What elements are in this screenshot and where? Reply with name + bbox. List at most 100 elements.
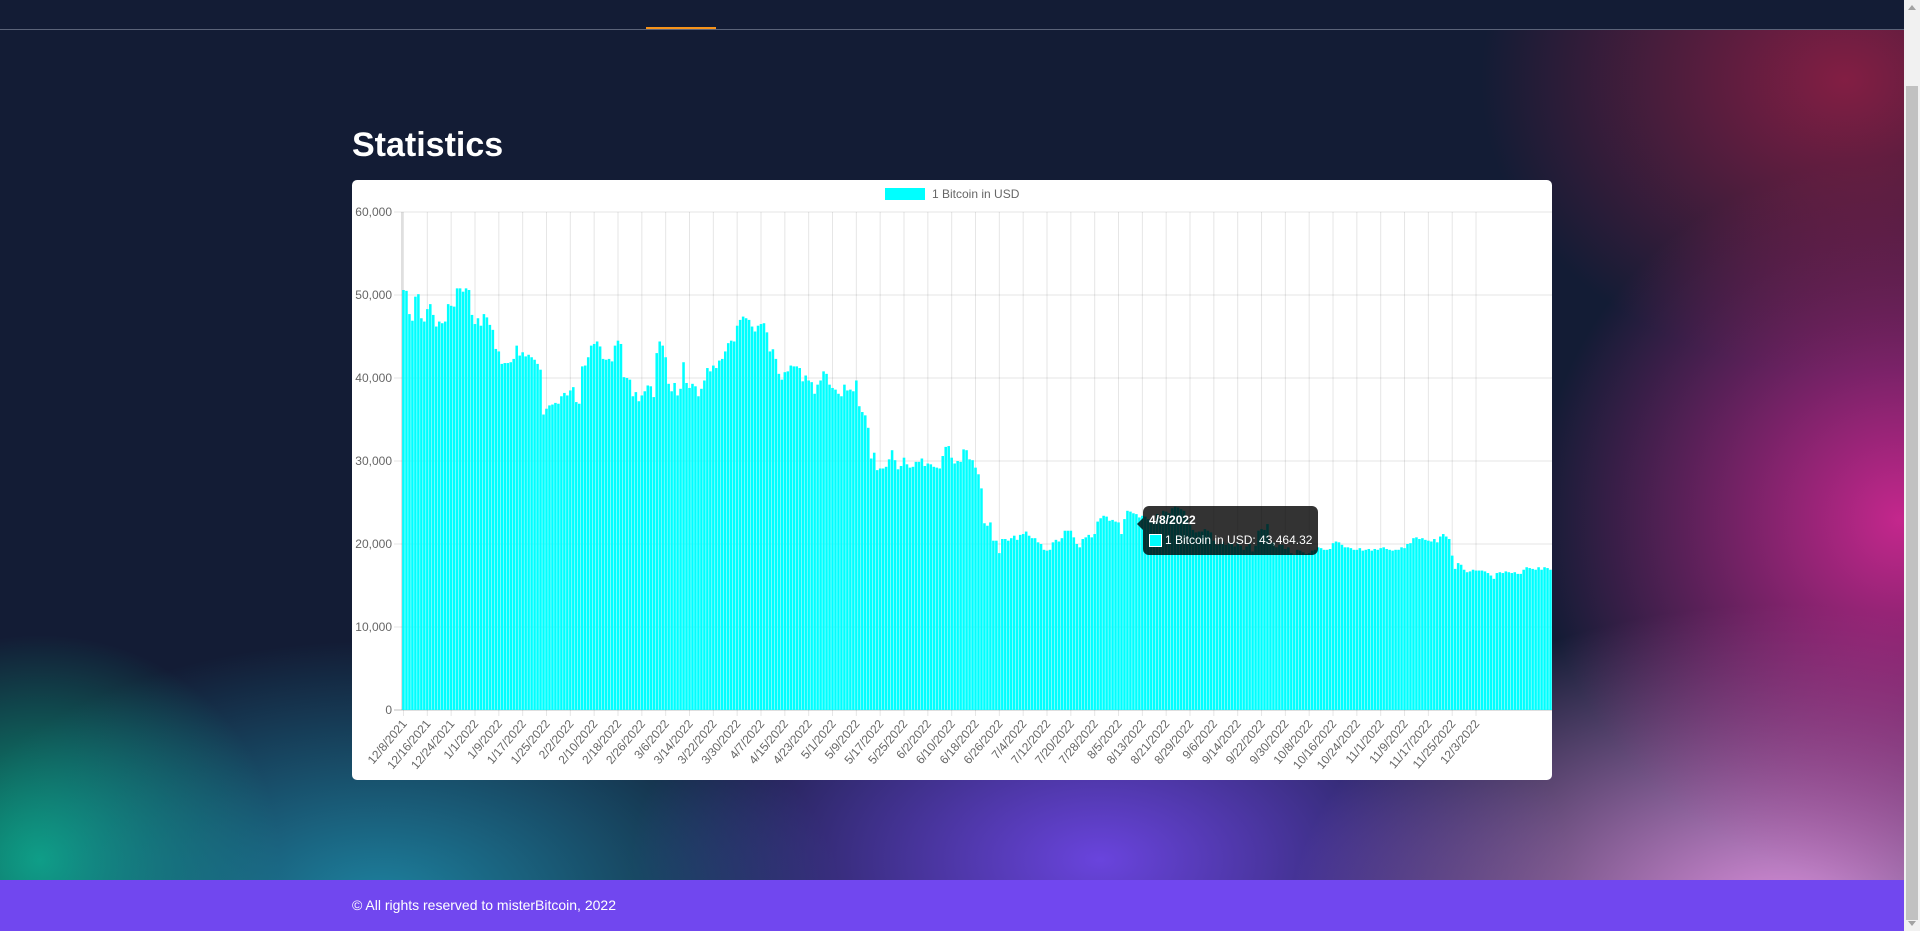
- bar[interactable]: [959, 461, 962, 710]
- bar[interactable]: [1349, 548, 1353, 710]
- bar[interactable]: [774, 358, 778, 710]
- bar[interactable]: [1462, 569, 1466, 710]
- bar[interactable]: [762, 323, 766, 710]
- bar[interactable]: [1424, 539, 1427, 710]
- bar[interactable]: [1510, 573, 1514, 710]
- bar[interactable]: [1400, 547, 1403, 710]
- bar[interactable]: [801, 381, 804, 710]
- bar[interactable]: [1433, 539, 1436, 710]
- scroll-up-arrow-icon[interactable]: [1908, 5, 1916, 10]
- bar[interactable]: [1105, 516, 1108, 710]
- bar[interactable]: [1540, 569, 1543, 710]
- bar[interactable]: [1290, 553, 1293, 710]
- bar[interactable]: [1450, 555, 1454, 710]
- bar[interactable]: [861, 412, 864, 710]
- bar[interactable]: [974, 467, 977, 710]
- bar[interactable]: [700, 388, 703, 710]
- bar[interactable]: [884, 466, 888, 710]
- bar[interactable]: [1334, 541, 1338, 710]
- bar[interactable]: [500, 363, 504, 710]
- bar[interactable]: [1075, 544, 1079, 710]
- bar[interactable]: [995, 540, 998, 710]
- bar[interactable]: [432, 314, 435, 710]
- bar[interactable]: [977, 474, 980, 710]
- bar[interactable]: [479, 325, 483, 710]
- bar[interactable]: [828, 384, 831, 710]
- bar[interactable]: [1477, 570, 1481, 710]
- bar[interactable]: [783, 372, 787, 710]
- bar[interactable]: [1239, 545, 1242, 710]
- bar[interactable]: [1024, 531, 1028, 710]
- bar[interactable]: [434, 326, 438, 710]
- bar[interactable]: [1281, 544, 1284, 710]
- bar[interactable]: [1066, 530, 1070, 710]
- bar[interactable]: [658, 341, 661, 710]
- bar[interactable]: [560, 396, 563, 710]
- bar[interactable]: [1498, 572, 1502, 710]
- bar[interactable]: [893, 460, 897, 710]
- bar[interactable]: [1516, 573, 1520, 710]
- bar[interactable]: [887, 459, 891, 710]
- bar[interactable]: [1495, 573, 1499, 710]
- bar[interactable]: [962, 449, 965, 710]
- bar[interactable]: [598, 346, 602, 710]
- bar[interactable]: [1298, 550, 1302, 710]
- bar[interactable]: [1254, 545, 1257, 710]
- bar[interactable]: [1236, 543, 1239, 710]
- bar[interactable]: [1120, 534, 1123, 710]
- bar[interactable]: [1549, 569, 1552, 710]
- bar[interactable]: [1051, 542, 1055, 710]
- bar[interactable]: [1102, 515, 1105, 710]
- bar[interactable]: [864, 415, 867, 710]
- bar[interactable]: [899, 465, 903, 710]
- bar[interactable]: [649, 386, 653, 710]
- bar[interactable]: [1117, 522, 1120, 710]
- bar[interactable]: [968, 459, 971, 710]
- bar[interactable]: [1340, 544, 1344, 710]
- bar[interactable]: [1296, 549, 1299, 710]
- bar[interactable]: [1018, 534, 1022, 710]
- bar[interactable]: [473, 324, 477, 710]
- bar[interactable]: [685, 382, 688, 710]
- bar[interactable]: [780, 379, 784, 710]
- bar[interactable]: [1257, 530, 1260, 710]
- bar[interactable]: [551, 404, 554, 710]
- bar[interactable]: [712, 365, 715, 710]
- bar[interactable]: [646, 385, 650, 710]
- bar[interactable]: [890, 450, 894, 710]
- bar[interactable]: [1528, 568, 1531, 710]
- bar[interactable]: [461, 291, 465, 710]
- bar[interactable]: [938, 468, 942, 710]
- bar[interactable]: [640, 395, 644, 710]
- bar[interactable]: [667, 383, 670, 710]
- bar[interactable]: [810, 382, 813, 710]
- bar[interactable]: [1272, 542, 1275, 710]
- bar[interactable]: [1534, 569, 1537, 710]
- bar[interactable]: [1021, 534, 1025, 710]
- bar[interactable]: [1233, 546, 1236, 710]
- bar[interactable]: [509, 362, 513, 710]
- bar[interactable]: [771, 349, 775, 710]
- bar[interactable]: [703, 380, 706, 710]
- bar[interactable]: [1459, 564, 1463, 710]
- bar[interactable]: [1269, 542, 1272, 710]
- bar[interactable]: [408, 314, 411, 710]
- bar[interactable]: [1129, 511, 1132, 710]
- bar[interactable]: [852, 391, 855, 710]
- bar[interactable]: [572, 387, 575, 710]
- bar[interactable]: [875, 470, 879, 710]
- bar[interactable]: [1209, 532, 1213, 710]
- bar[interactable]: [542, 414, 545, 710]
- bar[interactable]: [580, 366, 584, 710]
- bar[interactable]: [488, 324, 492, 710]
- bar[interactable]: [655, 353, 658, 710]
- bar[interactable]: [947, 446, 950, 710]
- bar[interactable]: [634, 392, 638, 710]
- bar[interactable]: [1251, 551, 1254, 710]
- bar[interactable]: [429, 304, 432, 710]
- bar[interactable]: [709, 371, 712, 710]
- bar[interactable]: [777, 373, 781, 710]
- bar[interactable]: [869, 458, 873, 710]
- bar[interactable]: [1447, 539, 1451, 710]
- bar[interactable]: [619, 343, 623, 710]
